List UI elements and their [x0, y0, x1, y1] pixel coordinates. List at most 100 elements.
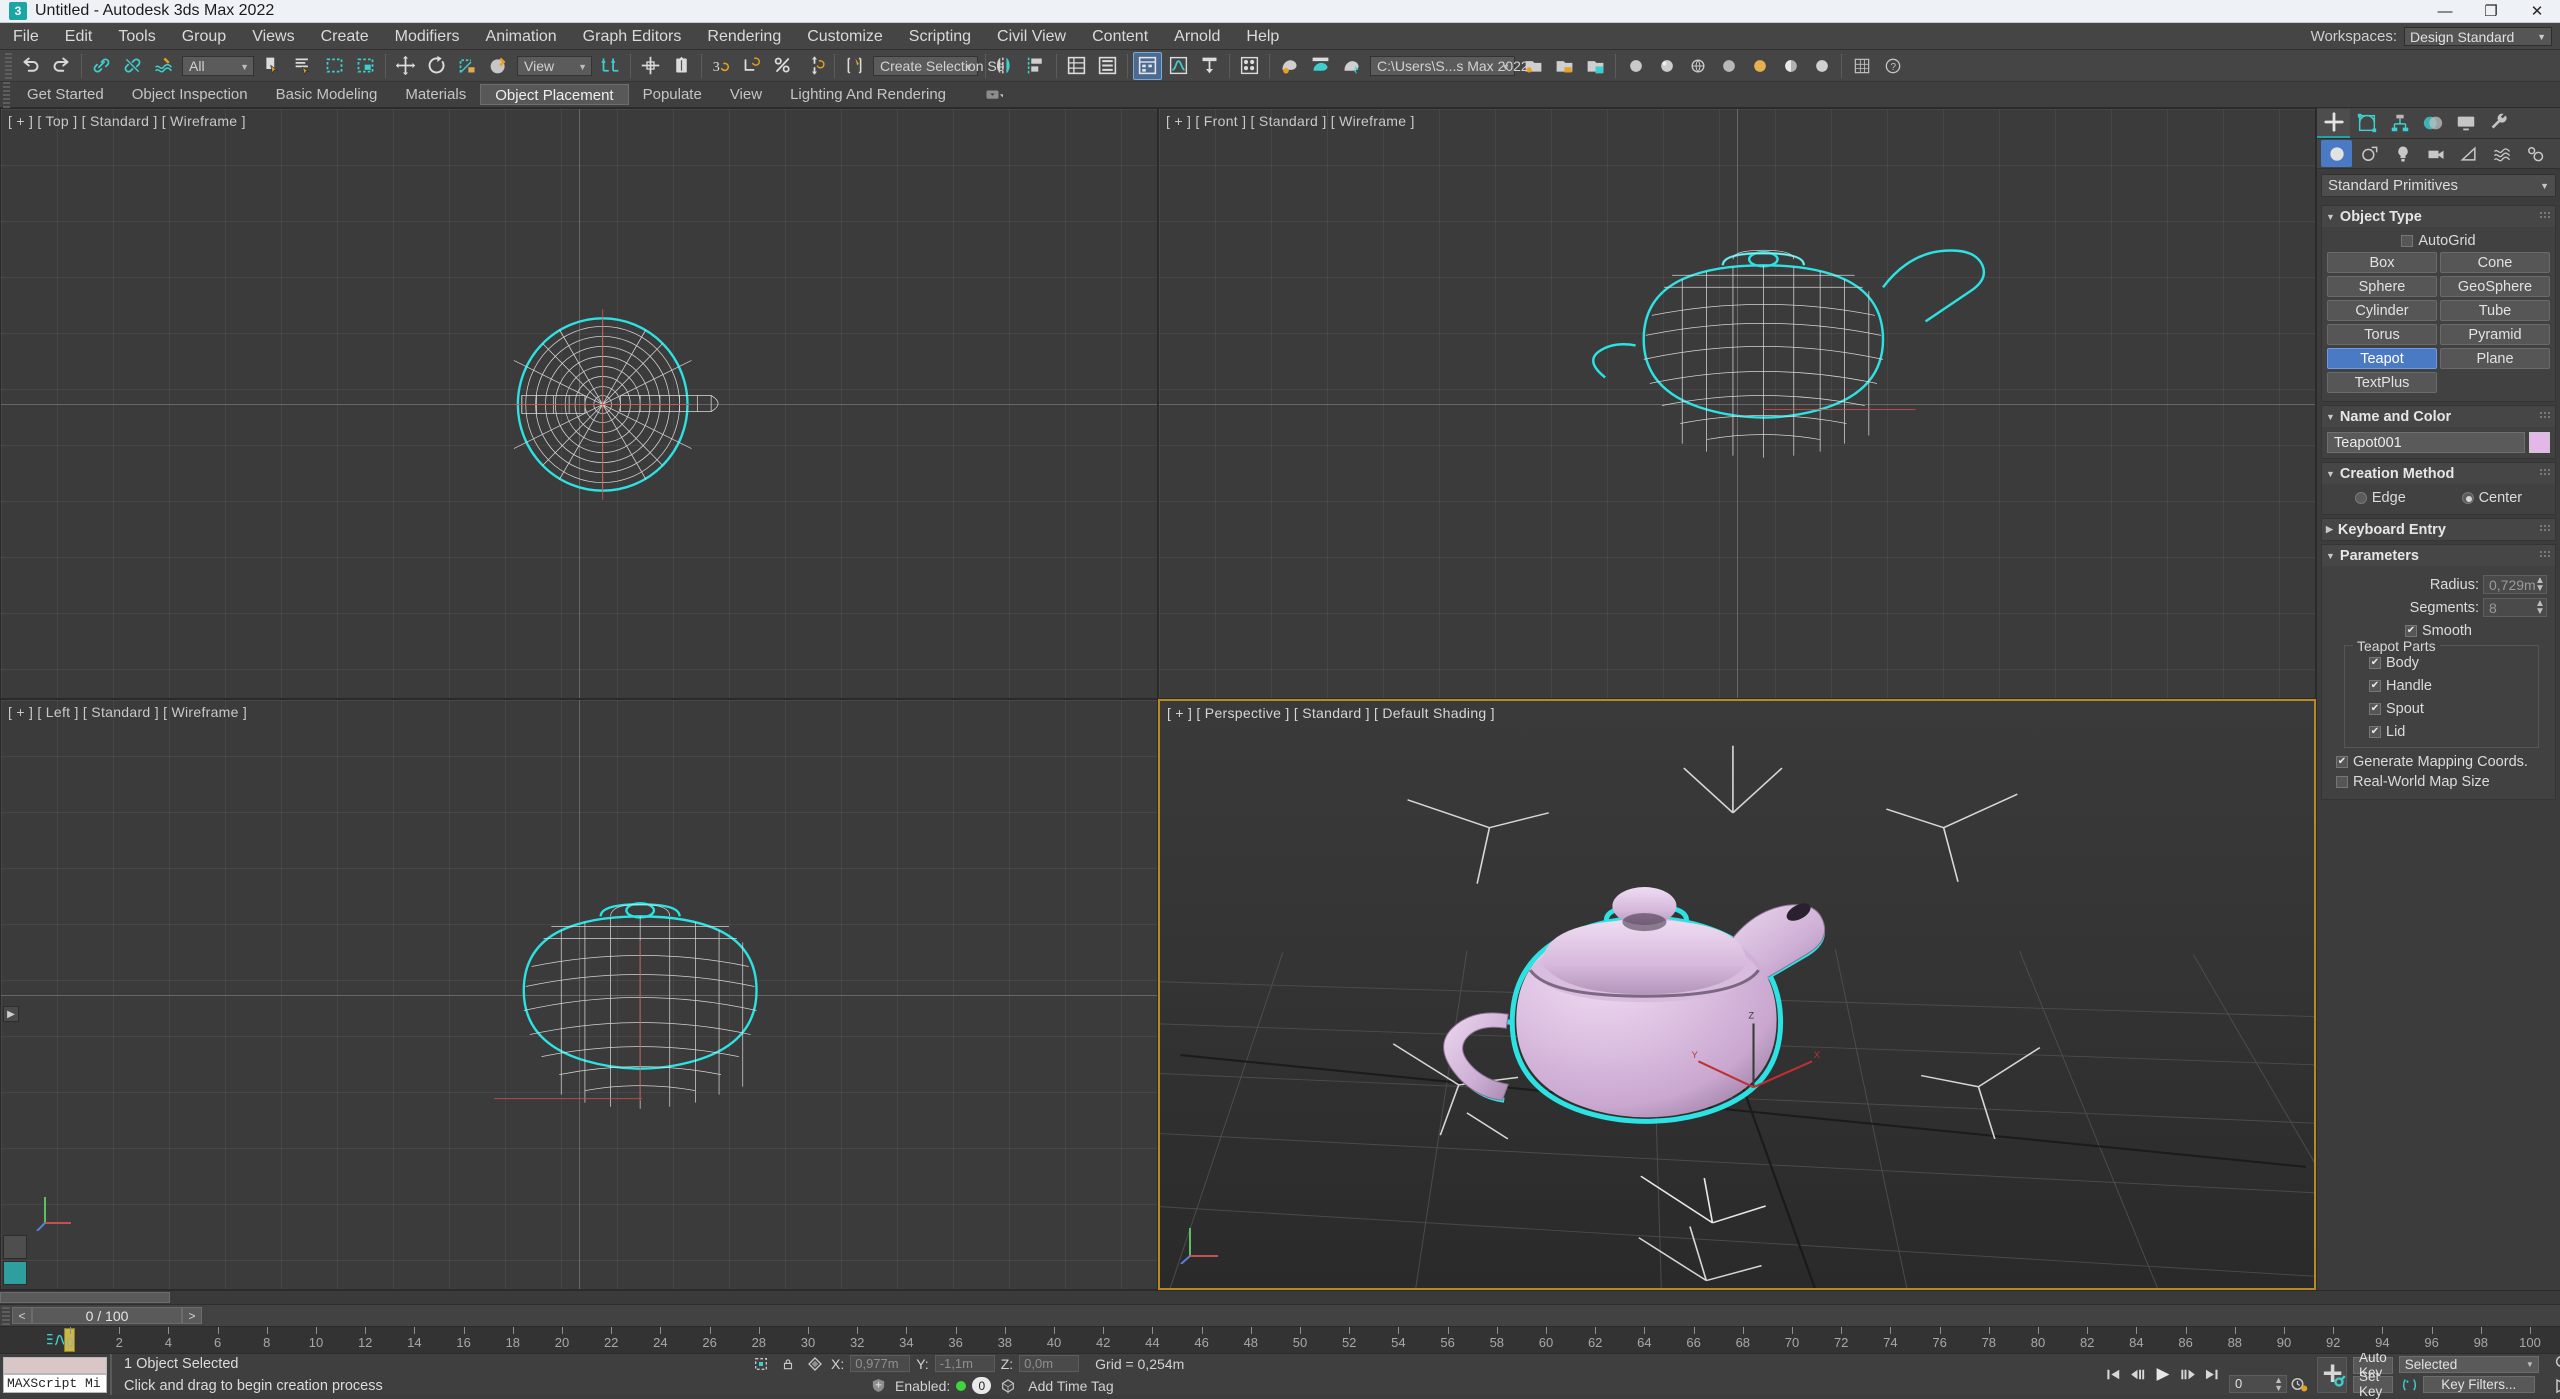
- menu-content[interactable]: Content: [1079, 23, 1161, 50]
- scrollbar-thumb[interactable]: [0, 1292, 170, 1303]
- lights-category[interactable]: [2387, 140, 2418, 167]
- rendered-frame-window-icon[interactable]: [1306, 52, 1335, 80]
- create-cone-button[interactable]: Cone: [2440, 252, 2550, 273]
- create-sphere-button[interactable]: Sphere: [2327, 276, 2437, 297]
- ribbon-tab-object-inspection[interactable]: Object Inspection: [118, 84, 262, 105]
- drag-handle-icon[interactable]: [2539, 468, 2550, 477]
- ribbon-tab-get-started[interactable]: Get Started: [13, 84, 118, 105]
- autogrid-checkbox-row[interactable]: AutoGrid: [2327, 233, 2550, 249]
- menu-modifiers[interactable]: Modifiers: [382, 23, 473, 50]
- rollout-header-parameters[interactable]: ▼ Parameters: [2322, 545, 2555, 566]
- material-editor-icon[interactable]: [1235, 52, 1264, 80]
- modify-tab[interactable]: [2350, 109, 2383, 138]
- ribbon-tab-populate[interactable]: Populate: [629, 84, 716, 105]
- menu-arnold[interactable]: Arnold: [1161, 23, 1233, 50]
- sphere-preview-icon[interactable]: [1652, 52, 1681, 80]
- open-file-icon[interactable]: [1519, 52, 1548, 80]
- globe-icon[interactable]: [1683, 52, 1712, 80]
- select-link-icon[interactable]: [87, 52, 116, 80]
- angle-snap-icon[interactable]: 3: [707, 52, 736, 80]
- select-and-rotate-icon[interactable]: [422, 52, 451, 80]
- absolute-relative-toggle-icon[interactable]: [804, 1354, 825, 1373]
- generate-mapping-coords-checkbox[interactable]: [2336, 756, 2348, 768]
- grid-toggle-icon[interactable]: [1847, 52, 1876, 80]
- spinner-snap-icon[interactable]: [738, 52, 767, 80]
- display-tab[interactable]: [2449, 109, 2482, 138]
- asset-tracking-icon[interactable]: [1581, 52, 1610, 80]
- menu-file[interactable]: File: [0, 23, 52, 50]
- undo-icon[interactable]: [16, 52, 45, 80]
- menu-graph-editors[interactable]: Graph Editors: [570, 23, 695, 50]
- percent-snap-icon[interactable]: [769, 52, 798, 80]
- smooth-checkbox[interactable]: [2405, 625, 2417, 637]
- curve-editor-icon[interactable]: [1164, 52, 1193, 80]
- named-selection-sets-dropdown[interactable]: Create Selection Se ▼: [873, 55, 1005, 76]
- help-icon[interactable]: ?: [1878, 52, 1907, 80]
- select-and-place-icon[interactable]: [484, 52, 513, 80]
- set-key-big-button[interactable]: [2317, 1356, 2347, 1393]
- drag-handle-icon[interactable]: [2539, 411, 2550, 420]
- environment-icon[interactable]: [1745, 52, 1774, 80]
- reference-coordinate-dropdown[interactable]: View ▼: [517, 55, 592, 76]
- space-warps-category[interactable]: [2486, 140, 2517, 167]
- maxscript-output-pane[interactable]: [3, 1356, 107, 1374]
- set-key-button[interactable]: Set Key: [2353, 1369, 2393, 1399]
- hierarchy-tab[interactable]: [2383, 109, 2416, 138]
- spinner-arrows-icon[interactable]: ▲ ▼: [2274, 1375, 2283, 1392]
- close-button[interactable]: ✕: [2514, 0, 2560, 23]
- subcategory-dropdown[interactable]: Standard Primitives ▼: [2321, 174, 2556, 197]
- render-production-icon[interactable]: [1337, 52, 1366, 80]
- creation-method-edge-row[interactable]: Edge: [2354, 490, 2406, 506]
- maxscript-mini-listener[interactable]: MAXScript Mi: [0, 1354, 110, 1395]
- utilities-tab[interactable]: [2482, 109, 2515, 138]
- spinner-arrows-icon[interactable]: ▲ ▼: [2535, 576, 2545, 594]
- unlink-icon[interactable]: [118, 52, 147, 80]
- restore-button[interactable]: ❐: [2468, 0, 2514, 23]
- motion-tab[interactable]: [2416, 109, 2449, 138]
- play-icon[interactable]: [2150, 1365, 2176, 1384]
- create-plane-button[interactable]: Plane: [2440, 348, 2550, 369]
- select-by-name-icon[interactable]: [289, 52, 318, 80]
- snaps-toggle-icon[interactable]: [800, 52, 829, 80]
- menu-views[interactable]: Views: [239, 23, 307, 50]
- viewport-horizontal-scrollbar[interactable]: [0, 1290, 2560, 1304]
- edit-named-selection-sets-icon[interactable]: [840, 52, 869, 80]
- lid-checkbox[interactable]: [2369, 726, 2381, 738]
- ribbon-grip[interactable]: [3, 81, 10, 108]
- align-tool-icon[interactable]: [1022, 52, 1051, 80]
- time-configuration-icon[interactable]: [2290, 1374, 2308, 1393]
- cameras-category[interactable]: [2420, 140, 2451, 167]
- previous-frame-icon[interactable]: [2127, 1365, 2148, 1384]
- key-filters-button[interactable]: Key Filters...: [2422, 1375, 2535, 1393]
- create-geosphere-button[interactable]: GeoSphere: [2440, 276, 2550, 297]
- drag-handle-icon[interactable]: [2539, 550, 2550, 559]
- bind-space-warp-icon[interactable]: [149, 52, 178, 80]
- body-checkbox[interactable]: [2369, 657, 2381, 669]
- track-bar[interactable]: 0 2 4 6 8 10 12 14 16 18 20 22 24 26 28 30 32 34 36 38 40 42 4…: [0, 1326, 2560, 1353]
- select-and-scale-icon[interactable]: [453, 52, 482, 80]
- helpers-category[interactable]: [2453, 140, 2484, 167]
- add-time-tag-button[interactable]: Add Time Tag: [1028, 1378, 1113, 1394]
- spout-checkbox[interactable]: [2369, 703, 2381, 715]
- object-color-swatch[interactable]: [2529, 432, 2550, 453]
- gradient-icon[interactable]: [1776, 52, 1805, 80]
- rollout-header-keyboard-entry[interactable]: ▶ Keyboard Entry: [2322, 519, 2555, 540]
- menu-tools[interactable]: Tools: [105, 23, 168, 50]
- center-radio[interactable]: [2461, 492, 2474, 504]
- create-torus-button[interactable]: Torus: [2327, 324, 2437, 345]
- object-name-input[interactable]: Teapot001: [2327, 432, 2525, 453]
- spout-checkbox-row[interactable]: Spout: [2351, 701, 2532, 717]
- layer-explorer-icon[interactable]: [1062, 52, 1091, 80]
- create-tab[interactable]: [2317, 108, 2350, 138]
- align-icon[interactable]: [636, 52, 665, 80]
- viewport-left[interactable]: [ + ] [ Left ] [ Standard ] [ Wireframe …: [0, 699, 1158, 1290]
- menu-civil-view[interactable]: Civil View: [984, 23, 1079, 50]
- select-and-move-icon[interactable]: [391, 52, 420, 80]
- real-world-map-size-row[interactable]: Real-World Map Size: [2330, 774, 2547, 790]
- menu-scripting[interactable]: Scripting: [896, 23, 984, 50]
- menu-animation[interactable]: Animation: [473, 23, 570, 50]
- create-teapot-button[interactable]: Teapot: [2327, 348, 2437, 369]
- viewport-top[interactable]: [ + ] [ Top ] [ Standard ] [ Wireframe ]: [0, 108, 1158, 699]
- redo-icon[interactable]: [47, 52, 76, 80]
- create-pyramid-button[interactable]: Pyramid: [2440, 324, 2550, 345]
